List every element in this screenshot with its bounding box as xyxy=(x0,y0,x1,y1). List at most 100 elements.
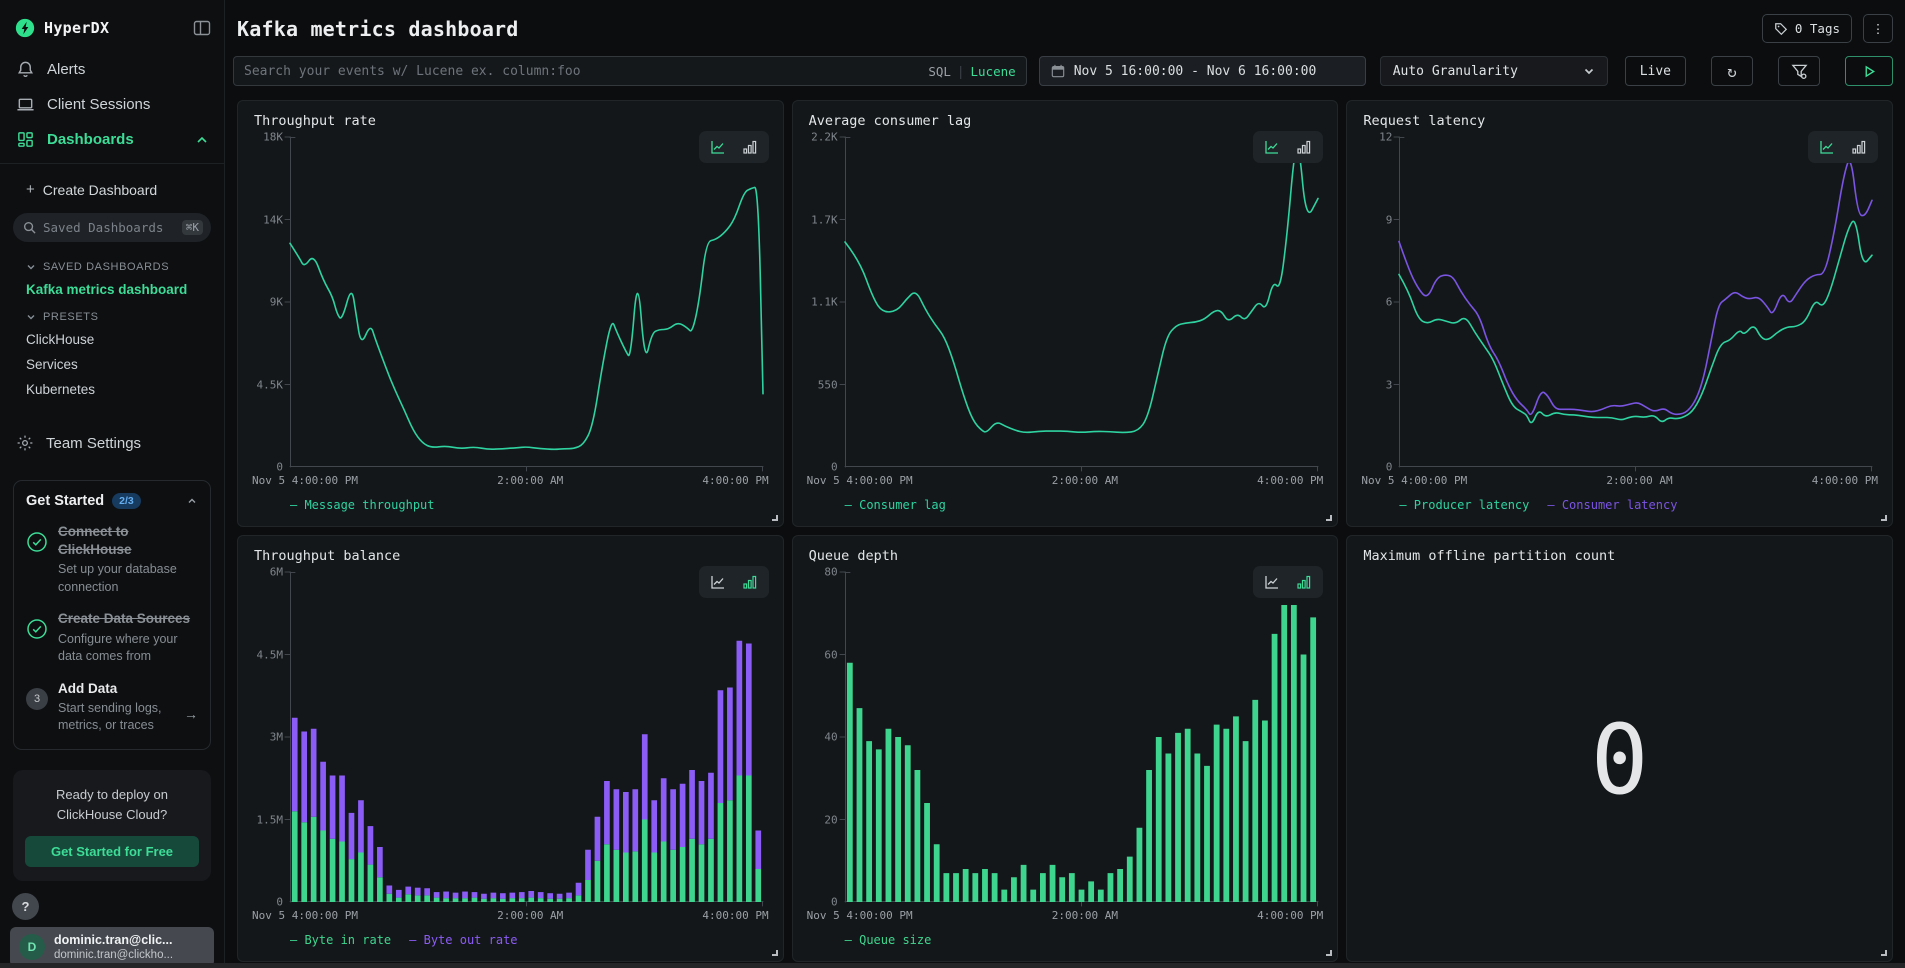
bar-view-button[interactable] xyxy=(1289,135,1319,159)
sidebar-item-alerts[interactable]: Alerts xyxy=(0,52,224,87)
chart-panel-queue-depth: Queue depth 020406080 Nov 5 4:00:00 PM2:… xyxy=(792,535,1339,962)
chart-plot-area[interactable] xyxy=(845,572,1318,902)
user-menu[interactable]: D dominic.tran@clic... dominic.tran@clic… xyxy=(10,927,214,967)
bar-view-button[interactable] xyxy=(735,570,765,594)
chevron-down-icon xyxy=(1583,65,1595,77)
chevron-up-icon xyxy=(196,134,208,146)
filter-icon xyxy=(1791,63,1808,80)
live-button[interactable]: Live xyxy=(1625,56,1686,86)
line-view-button[interactable] xyxy=(703,135,733,159)
x-axis: Nov 5 4:00:00 PM2:00:00 AM4:00:00 PM xyxy=(1361,474,1878,489)
checklist-title: Connect to ClickHouse xyxy=(58,523,198,559)
granularity-select[interactable]: Auto Granularity xyxy=(1380,56,1608,86)
tags-button[interactable]: 0 Tags xyxy=(1762,14,1852,43)
sidebar-item-dashboards[interactable]: Dashboards xyxy=(0,122,224,157)
deploy-text-line1: Ready to deploy on xyxy=(25,785,199,805)
user-email: dominic.tran@clickho... xyxy=(54,949,173,961)
section-saved-dashboards[interactable]: SAVED DASHBOARDS xyxy=(0,252,224,277)
sidebar-link-services[interactable]: Services xyxy=(0,352,224,377)
brand-row: HyperDX xyxy=(0,14,224,52)
chevron-up-icon[interactable] xyxy=(187,496,198,507)
create-dashboard-button[interactable]: + Create Dashboard xyxy=(0,174,224,205)
sidebar-item-team-settings[interactable]: Team Settings xyxy=(0,424,224,462)
check-circle-icon xyxy=(26,618,48,640)
x-axis: Nov 5 4:00:00 PM2:00:00 AM4:00:00 PM xyxy=(252,909,769,924)
chart-title: Request latency xyxy=(1361,113,1878,129)
sidebar-item-client-sessions[interactable]: Client Sessions xyxy=(0,87,224,122)
chart-panel-offline-partition-count: Maximum offline partition count 0 xyxy=(1346,535,1893,962)
chart-plot-area[interactable] xyxy=(290,572,763,902)
sidebar-divider xyxy=(0,163,224,164)
sidebar-link-clickhouse[interactable]: ClickHouse xyxy=(0,327,224,352)
main-content: Kafka metrics dashboard 0 Tags ⋮ Search … xyxy=(225,0,1905,968)
chart-plot-area[interactable] xyxy=(290,137,763,467)
sidebar: HyperDX Alerts Client Sessions Dashboard… xyxy=(0,0,225,968)
filter-button[interactable] xyxy=(1778,56,1820,86)
date-range-picker[interactable]: Nov 5 16:00:00 - Nov 6 16:00:00 xyxy=(1039,56,1366,86)
chevron-down-icon xyxy=(26,262,36,272)
bar-view-button[interactable] xyxy=(1289,570,1319,594)
saved-dashboards-search-input[interactable]: Saved Dashboards ⌘K xyxy=(13,213,211,242)
line-view-button[interactable] xyxy=(1257,570,1287,594)
chart-plot-area[interactable] xyxy=(845,137,1318,467)
get-started-free-button[interactable]: Get Started for Free xyxy=(25,836,199,867)
sidebar-link-kafka-dashboard[interactable]: Kafka metrics dashboard xyxy=(0,277,224,302)
y-axis: 020406080 xyxy=(807,572,845,902)
charts-grid: Throughput rate 04.5K9K14K18K Nov 5 4:00… xyxy=(233,100,1893,962)
refresh-icon: ↻ xyxy=(1727,62,1737,81)
bottom-edge-strip xyxy=(0,963,1905,968)
hyperdx-logo-icon xyxy=(15,18,35,38)
chart-view-toggle xyxy=(699,131,769,163)
panel-resize-handle[interactable] xyxy=(1881,950,1887,956)
y-axis: 04.5K9K14K18K xyxy=(252,137,290,467)
panel-resize-handle[interactable] xyxy=(772,950,778,956)
panel-resize-handle[interactable] xyxy=(1326,515,1332,521)
bar-view-button[interactable] xyxy=(735,135,765,159)
panel-resize-handle[interactable] xyxy=(772,515,778,521)
bell-icon xyxy=(16,60,35,79)
dashboards-grid-icon xyxy=(16,130,35,149)
checklist-item-add-data[interactable]: 3 Add Data Start sending logs, metrics, … xyxy=(26,680,198,735)
chart-view-toggle xyxy=(1808,131,1878,163)
chart-title: Maximum offline partition count xyxy=(1361,548,1878,564)
sidebar-collapse-icon[interactable] xyxy=(192,18,212,38)
section-presets[interactable]: PRESETS xyxy=(0,302,224,327)
progress-badge: 2/3 xyxy=(112,493,141,509)
panel-resize-handle[interactable] xyxy=(1326,950,1332,956)
panel-resize-handle[interactable] xyxy=(1881,515,1887,521)
refresh-button[interactable]: ↻ xyxy=(1711,56,1753,86)
chart-view-toggle xyxy=(1253,566,1323,598)
checklist-item-connect[interactable]: Connect to ClickHouse Set up your databa… xyxy=(26,523,198,596)
sidebar-link-kubernetes[interactable]: Kubernetes xyxy=(0,377,224,402)
section-label: PRESETS xyxy=(43,311,99,323)
avatar: D xyxy=(19,934,45,960)
more-options-button[interactable]: ⋮ xyxy=(1863,14,1893,43)
checklist-desc: Configure where your data comes from xyxy=(58,631,198,666)
brand-name: HyperDX xyxy=(44,19,109,37)
chevron-down-icon xyxy=(26,312,36,322)
x-axis: Nov 5 4:00:00 PM2:00:00 AM4:00:00 PM xyxy=(807,909,1324,924)
app-root: HyperDX Alerts Client Sessions Dashboard… xyxy=(0,0,1905,968)
event-search-input[interactable]: Search your events w/ Lucene ex. column:… xyxy=(233,56,1027,86)
chart-panel-throughput-balance: Throughput balance 01.5M3M4.5M6M Nov 5 4… xyxy=(237,535,784,962)
sql-mode-toggle[interactable]: SQL xyxy=(928,64,951,79)
chart-title: Queue depth xyxy=(807,548,1324,564)
team-settings-label: Team Settings xyxy=(46,435,141,452)
checklist-title: Add Data xyxy=(58,680,198,698)
lucene-mode-toggle[interactable]: Lucene xyxy=(971,64,1016,79)
search-placeholder: Search your events w/ Lucene ex. column:… xyxy=(244,64,920,79)
run-query-button[interactable] xyxy=(1845,56,1893,86)
chart-view-toggle xyxy=(1253,131,1323,163)
y-axis: 01.5M3M4.5M6M xyxy=(252,572,290,902)
line-view-button[interactable] xyxy=(703,570,733,594)
chart-legend: — Producer latency— Consumer latency xyxy=(1361,498,1878,518)
checklist-item-sources[interactable]: Create Data Sources Configure where your… xyxy=(26,610,198,665)
metric-value: 0 xyxy=(1591,712,1649,808)
line-view-button[interactable] xyxy=(1812,135,1842,159)
bar-view-button[interactable] xyxy=(1844,135,1874,159)
calendar-icon xyxy=(1051,64,1065,78)
help-button[interactable]: ? xyxy=(12,893,39,920)
chart-view-toggle xyxy=(699,566,769,598)
line-view-button[interactable] xyxy=(1257,135,1287,159)
chart-plot-area[interactable] xyxy=(1399,137,1872,467)
